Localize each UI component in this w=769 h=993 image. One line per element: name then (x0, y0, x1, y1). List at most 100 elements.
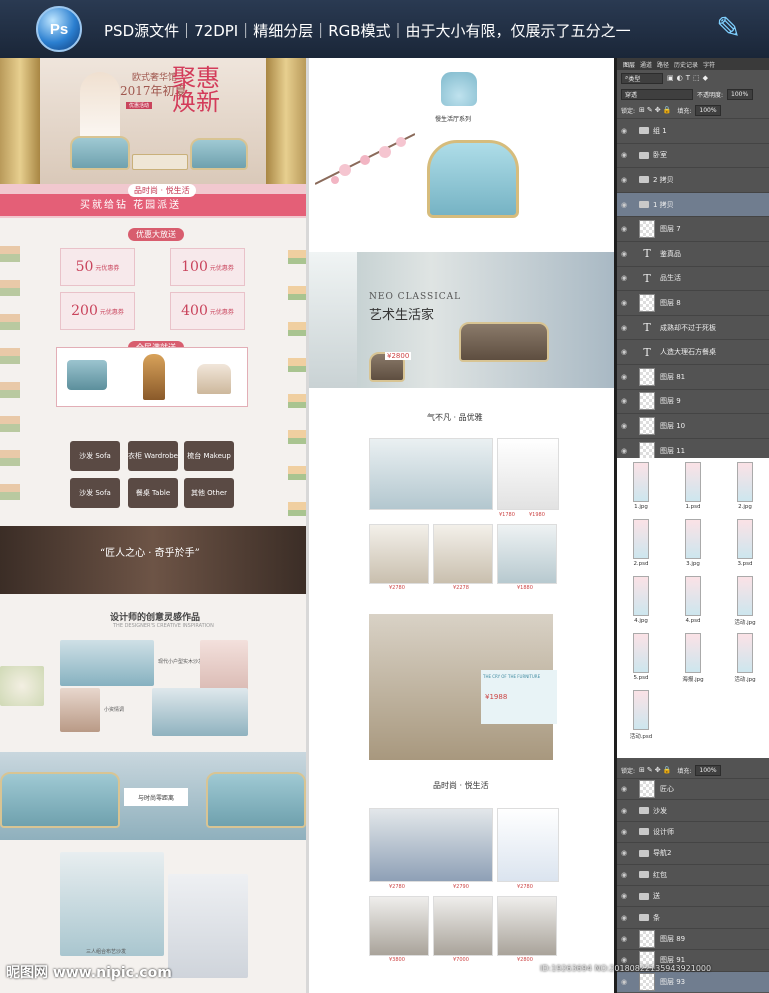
layer-row[interactable]: ◉ 卧室 (617, 142, 769, 168)
product-image-9[interactable] (433, 896, 493, 956)
coupon-100[interactable]: 100 元优惠券 (170, 248, 245, 286)
visibility-eye-icon[interactable]: ◉ (617, 348, 631, 356)
visibility-eye-icon[interactable]: ◉ (617, 176, 631, 184)
opacity-input[interactable]: 100% (727, 88, 754, 100)
product-image-1[interactable] (369, 438, 493, 510)
category-other[interactable]: 其他 Other (184, 478, 234, 508)
layer-row[interactable]: ◉ 匠心 (617, 778, 769, 799)
file-item[interactable]: 4.psd (675, 576, 711, 634)
layer-row[interactable]: ◉ 送 (617, 885, 769, 906)
lock-icons-2[interactable]: ⊞✎✥🔒 (639, 766, 673, 774)
visibility-eye-icon[interactable]: ◉ (617, 274, 631, 282)
visibility-eye-icon[interactable]: ◉ (617, 422, 631, 430)
layer-row[interactable]: ◉ 图层 8 (617, 290, 769, 315)
category-makeup[interactable]: 梳台 Makeup (184, 441, 234, 471)
visibility-eye-icon[interactable]: ◉ (617, 785, 631, 793)
product-image-5[interactable] (497, 524, 557, 584)
product-image-7[interactable] (497, 808, 559, 882)
coupon-400[interactable]: 400 元优惠券 (170, 292, 245, 330)
visibility-eye-icon[interactable]: ◉ (617, 828, 631, 836)
layer-row[interactable]: ◉ 图层 10 (617, 413, 769, 438)
file-item[interactable]: 3.psd (727, 519, 763, 577)
product-image-8[interactable] (369, 896, 429, 956)
product-image-6[interactable] (369, 808, 493, 882)
visibility-eye-icon[interactable]: ◉ (617, 373, 631, 381)
section1-title: 气不凡 · 品优雅 (427, 413, 483, 422)
visibility-eye-icon[interactable]: ◉ (617, 151, 631, 159)
file-item[interactable]: 2.psd (623, 519, 659, 577)
file-item[interactable]: 活动.jpg (727, 576, 763, 634)
gift-stool (197, 364, 231, 394)
file-item[interactable]: 1.jpg (623, 462, 659, 520)
visibility-eye-icon[interactable]: ◉ (617, 299, 631, 307)
category-wardrobe[interactable]: 衣柜 Wardrobe (128, 441, 178, 471)
file-item[interactable]: 活动.jpg (727, 633, 763, 691)
filter-select[interactable]: ⌕ 类型 (621, 72, 663, 84)
layer-row[interactable]: ◉ 设计师 (617, 820, 769, 842)
visibility-eye-icon[interactable]: ◉ (617, 447, 631, 455)
layer-row[interactable]: ◉ 1 拷贝 (617, 191, 769, 217)
product-image-4[interactable] (433, 524, 493, 584)
product-image-10[interactable] (497, 896, 557, 956)
tab-layers[interactable]: 图层 (623, 60, 635, 69)
product-image-3[interactable] (369, 524, 429, 584)
layer-row[interactable]: ◉ 图层 81 (617, 364, 769, 389)
visibility-eye-icon[interactable]: ◉ (617, 397, 631, 405)
section2-title: 品时尚 · 悦生活 (433, 781, 489, 790)
visibility-eye-icon[interactable]: ◉ (617, 978, 631, 986)
gift-box (56, 347, 248, 407)
tab-history[interactable]: 历史记录 (674, 60, 698, 69)
file-item[interactable]: 5.psd (623, 633, 659, 691)
layer-row[interactable]: ◉ 图层 9 (617, 388, 769, 414)
file-item[interactable]: 3.jpg (675, 519, 711, 577)
layer-row[interactable]: ◉ 组 1 (617, 118, 769, 143)
layer-row[interactable]: ◉ T 人造大理石方餐桌 (617, 339, 769, 364)
category-table[interactable]: 餐桌 Table (128, 478, 178, 508)
watermark: 昵图网 www.nipic.com (6, 965, 172, 981)
product-image-2[interactable] (497, 438, 559, 510)
layer-row[interactable]: ◉ T 鉴真品 (617, 241, 769, 266)
visibility-eye-icon[interactable]: ◉ (617, 250, 631, 258)
file-thumbnail-icon (685, 633, 701, 673)
layer-row[interactable]: ◉ T 成熟却不过于死板 (617, 314, 769, 340)
price-4-2: ¥7000 (453, 957, 469, 963)
visibility-eye-icon[interactable]: ◉ (617, 892, 631, 900)
layer-row[interactable]: ◉ 条 (617, 906, 769, 927)
tab-character[interactable]: 字符 (703, 60, 715, 69)
layer-row[interactable]: ◉ 图层 89 (617, 927, 769, 949)
fill-input-2[interactable]: 100% (695, 764, 722, 776)
fashion-button[interactable]: 与时尚零距离 (124, 788, 188, 806)
visibility-eye-icon[interactable]: ◉ (617, 225, 631, 233)
text-layer-icon: T (643, 271, 651, 285)
layer-row[interactable]: ◉ 2 拷贝 (617, 167, 769, 192)
visibility-eye-icon[interactable]: ◉ (617, 849, 631, 857)
visibility-eye-icon[interactable]: ◉ (617, 324, 631, 332)
category-sofa[interactable]: 沙发 Sofa (70, 441, 120, 471)
layer-row[interactable]: ◉ T 品生活 (617, 265, 769, 291)
layer-name: 图层 81 (660, 372, 686, 381)
visibility-eye-icon[interactable]: ◉ (617, 935, 631, 943)
tab-channels[interactable]: 通道 (640, 60, 652, 69)
blend-mode-select[interactable]: 穿透 (621, 88, 693, 100)
file-item[interactable]: 海报.jpg (675, 633, 711, 691)
layer-row[interactable]: ◉ 红包 (617, 863, 769, 885)
coupon-200[interactable]: 200 元优惠券 (60, 292, 135, 330)
promo-slogan: 买就给钻 花园派送 (80, 200, 182, 211)
visibility-eye-icon[interactable]: ◉ (617, 201, 631, 209)
file-item[interactable]: 2.jpg (727, 462, 763, 520)
visibility-eye-icon[interactable]: ◉ (617, 871, 631, 879)
visibility-eye-icon[interactable]: ◉ (617, 807, 631, 815)
visibility-eye-icon[interactable]: ◉ (617, 914, 631, 922)
lock-icons[interactable]: ⊞✎✥🔒 (639, 106, 673, 114)
category-sofa-2[interactable]: 沙发 Sofa (70, 478, 120, 508)
file-item[interactable]: 活动.psd (623, 690, 659, 748)
fill-input[interactable]: 100% (695, 104, 722, 116)
file-item[interactable]: 1.psd (675, 462, 711, 520)
layer-row[interactable]: ◉ 沙发 (617, 799, 769, 820)
visibility-eye-icon[interactable]: ◉ (617, 127, 631, 135)
coupon-50[interactable]: 50 元优惠券 (60, 248, 135, 286)
layer-row[interactable]: ◉ 图层 7 (617, 216, 769, 241)
layer-row[interactable]: ◉ 导航2 (617, 842, 769, 863)
tab-paths[interactable]: 路径 (657, 60, 669, 69)
file-item[interactable]: 4.jpg (623, 576, 659, 634)
